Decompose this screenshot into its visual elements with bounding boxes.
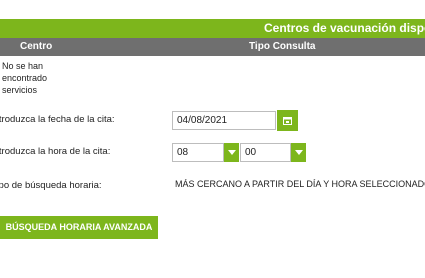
column-header-centro: Centro [20,41,53,52]
search-type-label: Tipo de búsqueda horaria: [0,180,102,191]
panel-title: Centros de vacunación disponibles [264,21,425,35]
chevron-down-icon[interactable] [291,143,306,162]
calendar-button[interactable] [277,110,298,131]
panel-title-bar: Centros de vacunación disponibles [0,19,425,38]
table-header: Centro Tipo Consulta [0,38,425,56]
minute-select[interactable]: 00 [240,143,291,162]
calendar-icon [283,117,292,125]
empty-results-message: No se han encontrado servicios [2,61,48,95]
hour-select[interactable]: 08 [172,143,224,162]
date-label: Introduzca la fecha de la cita: [0,114,115,125]
chevron-down-icon[interactable] [224,143,239,162]
advanced-search-button[interactable]: BÚSQUEDA HORARIA AVANZADA [0,216,158,239]
search-type-value: MÁS CERCANO A PARTIR DEL DÍA Y HORA SELE… [175,179,425,189]
time-label: Introduzca la hora de la cita: [0,146,111,157]
column-header-tipo-consulta: Tipo Consulta [249,41,316,52]
date-input[interactable]: 04/08/2021 [172,111,276,130]
